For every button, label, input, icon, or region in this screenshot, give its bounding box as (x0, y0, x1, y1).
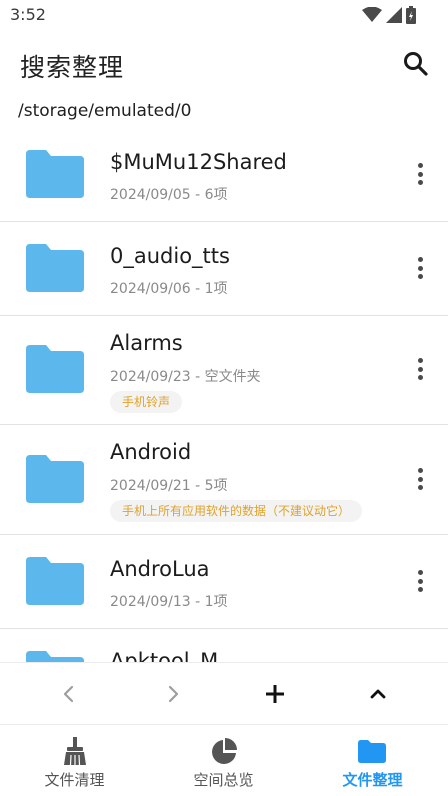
more-vert-icon (417, 163, 423, 168)
tab-label: 空间总览 (193, 771, 254, 789)
more-options-button[interactable] (414, 358, 426, 384)
file-meta: 2024/09/21 - 5项 (110, 478, 228, 494)
file-name: 0_audio_tts (110, 244, 230, 268)
tab-space-overview[interactable]: 空间总览 (149, 725, 298, 796)
back-button[interactable] (56, 681, 82, 707)
folder-icon (358, 740, 386, 763)
parent-directory-button[interactable] (365, 681, 391, 707)
list-item[interactable]: 0_audio_tts 2024/09/06 - 1项 (0, 222, 448, 316)
search-button[interactable] (402, 50, 430, 78)
navigation-toolbar (0, 662, 448, 724)
file-name: Alarms (110, 331, 183, 355)
plus-icon (266, 685, 284, 703)
list-item[interactable]: AndroLua 2024/09/13 - 1项 (0, 535, 448, 629)
status-bar: 3:52 (0, 0, 448, 30)
tab-label: 文件清理 (44, 771, 105, 789)
more-options-button[interactable] (414, 570, 426, 596)
pie-chart-icon (212, 738, 237, 764)
folder-icon (26, 455, 84, 503)
folder-icon (26, 150, 84, 198)
page-title: 搜索整理 (20, 53, 125, 82)
tab-file-organize[interactable]: 文件整理 (298, 725, 447, 796)
status-icons (362, 6, 416, 24)
folder-tag: 手机上所有应用软件的数据（不建议动它） (110, 500, 363, 522)
more-options-button[interactable] (414, 163, 426, 189)
app-bar: 搜索整理 (0, 34, 448, 94)
add-button[interactable] (262, 681, 288, 707)
folder-icon (26, 345, 84, 393)
more-vert-icon (417, 570, 423, 575)
file-meta: 2024/09/06 - 1项 (110, 281, 228, 297)
more-options-button[interactable] (414, 257, 426, 283)
bottom-navigation: 文件清理 空间总览 文件整理 (0, 724, 448, 796)
more-vert-icon (417, 257, 423, 262)
folder-tag: 手机铃声 (110, 391, 183, 413)
folder-icon (26, 651, 84, 662)
list-item[interactable]: Android 2024/09/21 - 5项 手机上所有应用软件的数据（不建议… (0, 425, 448, 535)
file-name: $MuMu12Shared (110, 150, 287, 174)
file-list: $MuMu12Shared 2024/09/05 - 6项 0_audio_tt… (0, 128, 448, 662)
battery-icon (406, 6, 416, 24)
status-time: 3:52 (10, 5, 46, 24)
more-options-button[interactable] (414, 468, 426, 494)
more-vert-icon (417, 358, 423, 363)
file-name: Apktool_M (110, 649, 219, 662)
file-meta: 2024/09/05 - 6项 (110, 187, 228, 203)
list-item[interactable]: Alarms 2024/09/23 - 空文件夹 手机铃声 (0, 316, 448, 425)
tab-file-cleanup[interactable]: 文件清理 (0, 725, 149, 796)
forward-button[interactable] (160, 681, 186, 707)
file-name: AndroLua (110, 557, 210, 581)
broom-icon (64, 737, 86, 765)
more-vert-icon (417, 468, 423, 473)
file-name: Android (110, 440, 192, 464)
folder-icon (26, 557, 84, 605)
list-item[interactable]: Apktool_M (0, 629, 448, 662)
tab-label: 文件整理 (342, 771, 403, 789)
current-path: /storage/emulated/0 (18, 101, 192, 121)
folder-icon (26, 244, 84, 292)
search-icon (404, 52, 428, 76)
chevron-left-icon (63, 685, 74, 703)
cell-signal-icon (386, 7, 402, 23)
list-item[interactable]: $MuMu12Shared 2024/09/05 - 6项 (0, 128, 448, 222)
wifi-icon (362, 7, 382, 22)
file-meta: 2024/09/13 - 1项 (110, 594, 228, 610)
file-meta: 2024/09/23 - 空文件夹 (110, 369, 261, 385)
chevron-up-icon (370, 689, 386, 699)
chevron-right-icon (168, 685, 179, 703)
